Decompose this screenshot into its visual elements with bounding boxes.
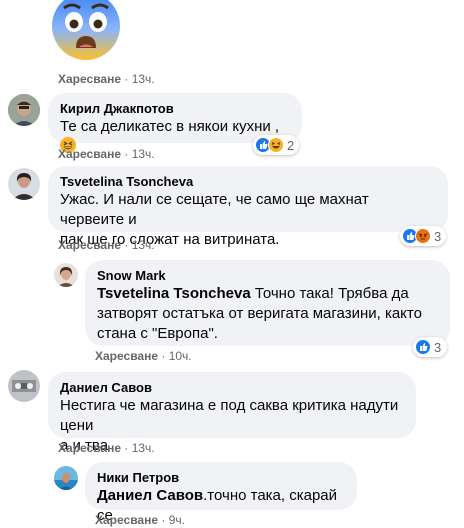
comment-actions: Харесване · 13ч. xyxy=(58,441,155,455)
timestamp[interactable]: 13ч. xyxy=(132,441,155,455)
reply-bubble: Snow Mark Tsvetelina Tsoncheva Точно так… xyxy=(85,260,450,346)
mention-link[interactable]: Даниел Савов xyxy=(97,487,203,504)
comment-actions: Харесване · 13ч. xyxy=(58,147,155,161)
timestamp[interactable]: 9ч. xyxy=(169,513,185,527)
timestamp[interactable]: 13ч. xyxy=(132,238,155,252)
like-button[interactable]: Харесване xyxy=(58,147,121,161)
avatar[interactable] xyxy=(54,263,78,287)
like-button[interactable]: Харесване xyxy=(95,513,158,527)
fearful-face-emoji xyxy=(50,0,122,62)
comment-bubble: Даниел Савов Нестига че магазина е под с… xyxy=(48,372,416,454)
haha-reaction-icon xyxy=(268,137,284,153)
comment-author[interactable]: Кирил Джакпотов xyxy=(60,101,290,117)
reaction-count: 3 xyxy=(434,339,442,355)
timestamp[interactable]: 10ч. xyxy=(169,349,192,363)
comment-actions: Харесване · 9ч. xyxy=(95,513,185,527)
mention-link[interactable]: Tsvetelina Tsoncheva xyxy=(97,285,251,302)
comment-author[interactable]: Даниел Савов xyxy=(60,380,404,396)
comment-actions: Харесване · 10ч. xyxy=(95,349,192,363)
angry-reaction-icon xyxy=(415,228,431,244)
like-button[interactable]: Харесване xyxy=(95,349,158,363)
comment-actions: Харесване · 13ч. xyxy=(58,72,155,86)
reactions-summary[interactable]: 3 xyxy=(400,226,446,246)
like-reaction-icon xyxy=(415,339,431,355)
like-button[interactable]: Харесване xyxy=(58,72,121,86)
like-button[interactable]: Харесване xyxy=(58,238,121,252)
comment-author[interactable]: Snow Mark xyxy=(97,268,438,284)
comment-author[interactable]: Ники Петров xyxy=(97,470,345,486)
reply-bubble: Ники Петров Даниел Савов.точно така, ска… xyxy=(85,462,357,524)
comment-bubble: Tsvetelina Tsoncheva Ужас. И нали се сещ… xyxy=(48,166,448,248)
comment-author[interactable]: Tsvetelina Tsoncheva xyxy=(60,174,436,190)
comment-text: Tsvetelina Tsoncheva Точно така! Трябва … xyxy=(97,285,422,342)
reactions-summary[interactable]: 2 xyxy=(253,135,299,155)
timestamp[interactable]: 13ч. xyxy=(132,72,155,86)
avatar[interactable] xyxy=(54,466,78,490)
reaction-count: 3 xyxy=(434,228,442,244)
comment-actions: Харесване · 13ч. xyxy=(58,238,155,252)
avatar[interactable] xyxy=(8,370,40,402)
like-button[interactable]: Харесване xyxy=(58,441,121,455)
avatar[interactable] xyxy=(8,94,40,126)
reaction-count: 2 xyxy=(287,137,295,153)
reactions-summary[interactable]: 3 xyxy=(413,337,447,357)
avatar[interactable] xyxy=(8,168,40,200)
timestamp[interactable]: 13ч. xyxy=(132,147,155,161)
